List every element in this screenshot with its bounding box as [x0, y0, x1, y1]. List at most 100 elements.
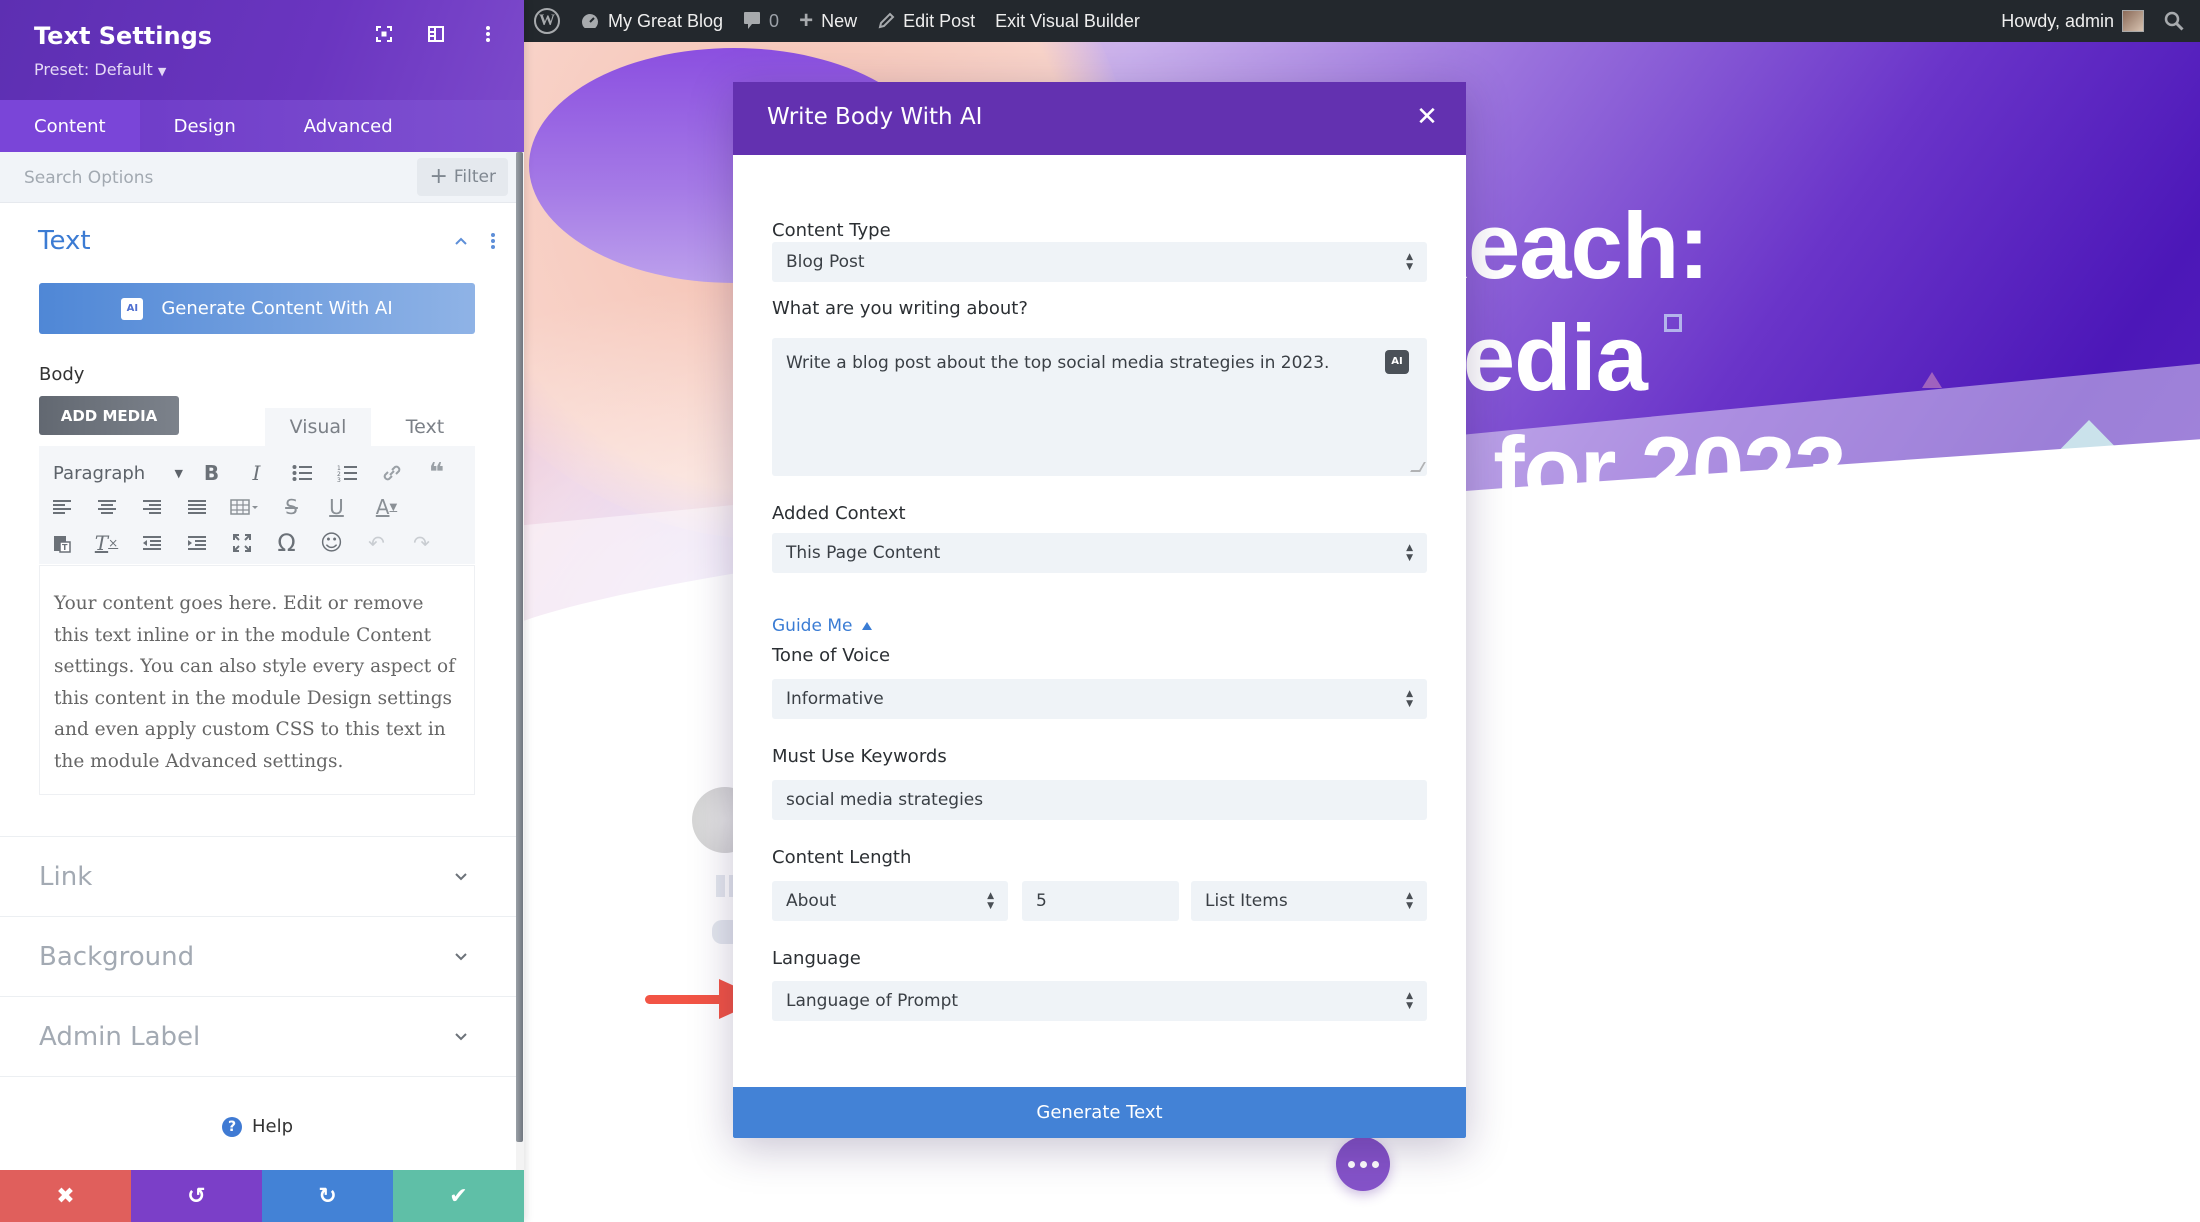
- body-editor[interactable]: Your content goes here. Edit or remove t…: [39, 565, 475, 795]
- help-label: Help: [252, 1116, 294, 1137]
- tab-design[interactable]: Design: [140, 100, 270, 152]
- format-select-value: Paragraph: [53, 462, 146, 484]
- underline-icon[interactable]: U: [314, 490, 359, 524]
- text-color-icon[interactable]: A ▼: [359, 490, 414, 524]
- site-name-link[interactable]: My Great Blog: [570, 0, 733, 42]
- indent-icon[interactable]: [174, 526, 219, 560]
- section-link[interactable]: Link: [0, 836, 516, 916]
- chevron-down-icon: [455, 952, 467, 960]
- edit-post-link[interactable]: Edit Post: [867, 0, 985, 42]
- wp-logo-button[interactable]: W: [524, 0, 570, 42]
- user-avatar: [2122, 10, 2144, 32]
- redo-button[interactable]: ↻: [262, 1170, 393, 1222]
- length-qualifier-select[interactable]: About ▲ ▼: [772, 881, 1008, 921]
- new-content-link[interactable]: + New: [789, 0, 867, 42]
- more-options-icon[interactable]: [480, 26, 496, 42]
- ai-assist-icon[interactable]: AI: [1385, 350, 1409, 374]
- svg-text:3: 3: [337, 477, 341, 482]
- pencil-icon: [878, 12, 895, 29]
- panel-tabs: Content Design Advanced: [0, 100, 524, 152]
- admin-search-button[interactable]: [2154, 0, 2200, 42]
- filter-label: Filter: [453, 167, 496, 187]
- search-options-input[interactable]: [24, 162, 404, 194]
- align-center-icon[interactable]: [84, 490, 129, 524]
- expand-modal-icon[interactable]: [376, 26, 392, 42]
- resize-handle[interactable]: [1410, 462, 1426, 472]
- table-icon[interactable]: [219, 490, 269, 524]
- account-menu[interactable]: Howdy, admin: [1991, 0, 2154, 42]
- italic-icon[interactable]: I: [234, 456, 279, 490]
- add-media-button[interactable]: ADD MEDIA: [39, 396, 179, 435]
- tab-advanced[interactable]: Advanced: [270, 100, 427, 152]
- content-length-label: Content Length: [772, 847, 912, 868]
- length-amount-value: 5: [1036, 891, 1047, 911]
- section-title-text[interactable]: Text: [38, 226, 91, 256]
- chevron-up-icon[interactable]: [454, 234, 468, 248]
- dashboard-gauge-icon: [582, 13, 599, 28]
- split-view-icon[interactable]: [428, 26, 444, 42]
- discard-button[interactable]: ✖: [0, 1170, 131, 1222]
- fullscreen-icon[interactable]: [219, 526, 264, 560]
- close-icon: ✕: [1416, 102, 1438, 132]
- align-left-icon[interactable]: [39, 490, 84, 524]
- added-context-select[interactable]: This Page Content ▲ ▼: [772, 533, 1427, 573]
- content-type-label: Content Type: [772, 220, 891, 241]
- tab-content[interactable]: Content: [0, 100, 140, 152]
- format-select[interactable]: Paragraph ▼: [39, 456, 189, 490]
- special-character-icon[interactable]: Ω: [264, 526, 309, 560]
- redo-icon[interactable]: ↷: [399, 526, 444, 560]
- length-unit-select[interactable]: List Items ▲ ▼: [1191, 881, 1427, 921]
- builder-more-button[interactable]: [1336, 1137, 1390, 1191]
- guide-me-toggle[interactable]: Guide Me: [772, 616, 873, 636]
- bold-icon[interactable]: B: [189, 456, 234, 490]
- emoji-icon[interactable]: ☺: [309, 526, 354, 560]
- generate-text-button[interactable]: Generate Text: [733, 1087, 1466, 1138]
- outdent-icon[interactable]: [129, 526, 174, 560]
- undo-button[interactable]: ↺: [131, 1170, 262, 1222]
- section-background[interactable]: Background: [0, 916, 516, 996]
- bullet-list-icon[interactable]: [279, 456, 324, 490]
- tone-select[interactable]: Informative ▲ ▼: [772, 679, 1427, 719]
- topic-textarea[interactable]: Write a blog post about the top social m…: [772, 338, 1427, 476]
- clear-formatting-icon[interactable]: T ×: [84, 526, 129, 560]
- plus-icon: +: [799, 7, 814, 34]
- save-button[interactable]: ✔: [393, 1170, 524, 1222]
- undo-icon[interactable]: ↶: [354, 526, 399, 560]
- ai-icon: AI: [121, 297, 144, 320]
- section-menu-icon[interactable]: [490, 232, 496, 250]
- strikethrough-icon[interactable]: S: [269, 490, 314, 524]
- close-modal-button[interactable]: ✕: [1414, 104, 1440, 130]
- preset-dropdown[interactable]: Preset: Default ▼: [34, 60, 166, 79]
- help-link[interactable]: ? Help: [222, 1116, 293, 1137]
- select-arrows-icon: ▲ ▼: [1406, 891, 1413, 911]
- comments-link[interactable]: 0: [733, 0, 789, 42]
- content-type-select[interactable]: Blog Post ▲ ▼: [772, 242, 1427, 282]
- align-justify-icon[interactable]: [174, 490, 219, 524]
- help-icon: ?: [222, 1116, 242, 1137]
- added-context-value: This Page Content: [786, 543, 941, 563]
- section-admin-label[interactable]: Admin Label: [0, 996, 516, 1076]
- select-arrows-icon: ▲ ▼: [1406, 689, 1413, 709]
- select-arrows-icon: ▲ ▼: [1406, 543, 1413, 563]
- added-context-label: Added Context: [772, 503, 906, 524]
- keywords-input[interactable]: social media strategies: [772, 780, 1427, 820]
- editor-tab-text[interactable]: Text: [378, 408, 472, 446]
- length-amount-input[interactable]: 5: [1022, 881, 1179, 921]
- preset-label: Preset: Default: [34, 60, 153, 79]
- blockquote-icon[interactable]: ❝: [414, 456, 459, 490]
- editor-tab-visual[interactable]: Visual: [265, 408, 371, 446]
- exit-builder-label: Exit Visual Builder: [995, 10, 1140, 31]
- scrollbar-thumb[interactable]: [516, 152, 523, 1142]
- caret-down-icon: ▼: [157, 65, 167, 78]
- generate-content-ai-button[interactable]: AI Generate Content With AI: [39, 283, 475, 334]
- paste-as-text-icon[interactable]: T: [39, 526, 84, 560]
- link-icon[interactable]: [369, 456, 414, 490]
- filter-button[interactable]: + Filter: [417, 158, 508, 196]
- language-select[interactable]: Language of Prompt ▲ ▼: [772, 981, 1427, 1021]
- comment-bubble-icon: [744, 12, 761, 29]
- align-right-icon[interactable]: [129, 490, 174, 524]
- exit-visual-builder-link[interactable]: Exit Visual Builder: [985, 0, 1150, 42]
- chevron-down-icon: [455, 872, 467, 880]
- numbered-list-icon[interactable]: 123: [324, 456, 369, 490]
- plus-icon: +: [429, 164, 448, 189]
